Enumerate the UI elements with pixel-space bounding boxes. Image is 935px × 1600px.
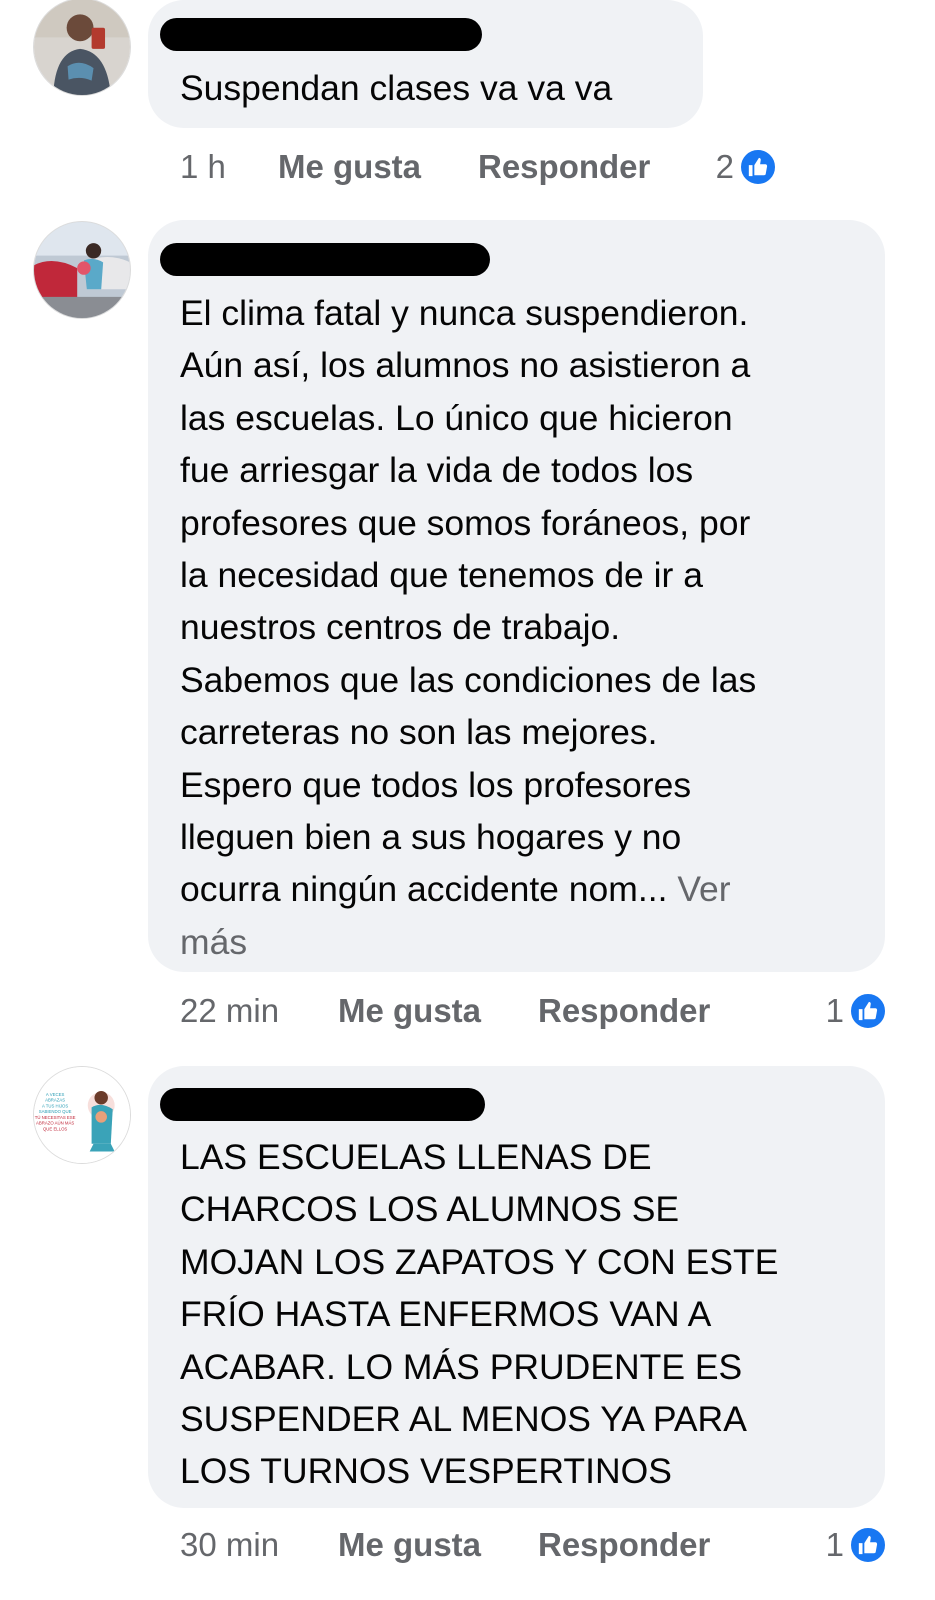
- comment-time[interactable]: 30 min: [180, 1520, 279, 1570]
- like-reaction-icon: [738, 147, 778, 187]
- comment-line: LAS ESCUELAS LLENAS DE: [180, 1137, 652, 1177]
- comment-line-last: ocurra ningún accidente nom... Ver: [180, 863, 756, 915]
- avatar-photo: [34, 222, 130, 318]
- comment-line: lleguen bien a sus hogares y no: [180, 817, 682, 858]
- avatar-text: SABIENDO QUE: [39, 1109, 72, 1114]
- comment-line: las escuelas. Lo único que hicieron: [180, 397, 733, 438]
- avatar-photo: A VECES ABRAZAS A TUS HIJOS SABIENDO QUE…: [34, 1067, 130, 1163]
- comment-line: FRÍO HASTA ENFERMOS VAN A: [180, 1294, 712, 1335]
- see-more-link-cont[interactable]: más: [180, 916, 756, 968]
- avatar-text: ABRAZAS: [45, 1098, 65, 1103]
- comment-line: ACABAR. LO MÁS PRUDENTE ES: [180, 1346, 743, 1387]
- like-reaction-icon: [848, 991, 888, 1031]
- comment-line: Suspendan clases va va va: [180, 68, 613, 108]
- reaction-summary[interactable]: 2: [690, 147, 778, 187]
- avatar[interactable]: [33, 221, 131, 319]
- reaction-count: 1: [825, 992, 844, 1029]
- redacted-author-name: [160, 1088, 485, 1121]
- avatar-photo: [34, 0, 130, 95]
- comment-line: nuestros centros de trabajo.: [180, 607, 621, 648]
- comment-line: Sabemos que las condiciones de las: [180, 659, 757, 700]
- like-button[interactable]: Me gusta: [278, 142, 421, 192]
- comment-actions: 30 min Me gusta Responder 1: [0, 1520, 935, 1570]
- comment-actions: 22 min Me gusta Responder 1: [0, 986, 935, 1036]
- like-button[interactable]: Me gusta: [338, 986, 481, 1036]
- reaction-count: 1: [825, 1526, 844, 1563]
- redacted-author-name: [160, 18, 482, 51]
- like-button[interactable]: Me gusta: [338, 1520, 481, 1570]
- reply-button[interactable]: Responder: [478, 142, 650, 192]
- comment-line: ocurra ningún accidente nom...: [180, 869, 668, 910]
- see-more-link[interactable]: Ver: [677, 869, 730, 909]
- comment-line: CHARCOS LOS ALUMNOS SE: [180, 1189, 680, 1230]
- comment-line: El clima fatal y nunca suspendieron.: [180, 293, 749, 333]
- comment-line: profesores que somos foráneos, por: [180, 502, 751, 543]
- comment-line: carreteras no son las mejores.: [180, 712, 658, 753]
- reply-button[interactable]: Responder: [538, 1520, 710, 1570]
- avatar-text: ABRAZO AÚN MÁS: [36, 1121, 74, 1126]
- like-reaction-icon: [848, 1525, 888, 1565]
- comment-line: SUSPENDER AL MENOS YA PARA: [180, 1399, 747, 1440]
- comment-line: LOS TURNOS VESPERTINOS: [180, 1451, 672, 1492]
- reaction-count: 2: [715, 148, 734, 185]
- comment-time[interactable]: 1 h: [180, 142, 226, 192]
- reaction-summary[interactable]: 1: [800, 991, 888, 1031]
- comment-text: Suspendan clases va va va: [180, 62, 612, 114]
- reaction-summary[interactable]: 1: [800, 1525, 888, 1565]
- comment-line: fue arriesgar la vida de todos los: [180, 450, 694, 491]
- comment-line: la necesidad que tenemos de ir a: [180, 555, 703, 596]
- avatar[interactable]: [33, 0, 131, 96]
- comment-line: MOJAN LOS ZAPATOS Y CON ESTE: [180, 1241, 779, 1282]
- avatar-text: QUE ELLOS: [43, 1126, 67, 1131]
- comment-text: El clima fatal y nunca suspendieron. Aún…: [180, 287, 756, 968]
- redacted-author-name: [160, 243, 490, 276]
- comment-time[interactable]: 22 min: [180, 986, 279, 1036]
- reply-button[interactable]: Responder: [538, 986, 710, 1036]
- avatar[interactable]: A VECES ABRAZAS A TUS HIJOS SABIENDO QUE…: [33, 1066, 131, 1164]
- comment-text: LAS ESCUELAS LLENAS DE CHARCOS LOS ALUMN…: [180, 1131, 778, 1498]
- comment-line: Aún así, los alumnos no asistieron a: [180, 345, 751, 386]
- comment-line: Espero que todos los profesores: [180, 764, 692, 805]
- avatar-text: TÚ NECESITAS ESE: [35, 1115, 76, 1120]
- avatar-text: A VECES: [46, 1092, 65, 1097]
- avatar-text: A TUS HIJOS: [42, 1103, 68, 1108]
- comment-actions: 1 h Me gusta Responder 2: [0, 142, 935, 192]
